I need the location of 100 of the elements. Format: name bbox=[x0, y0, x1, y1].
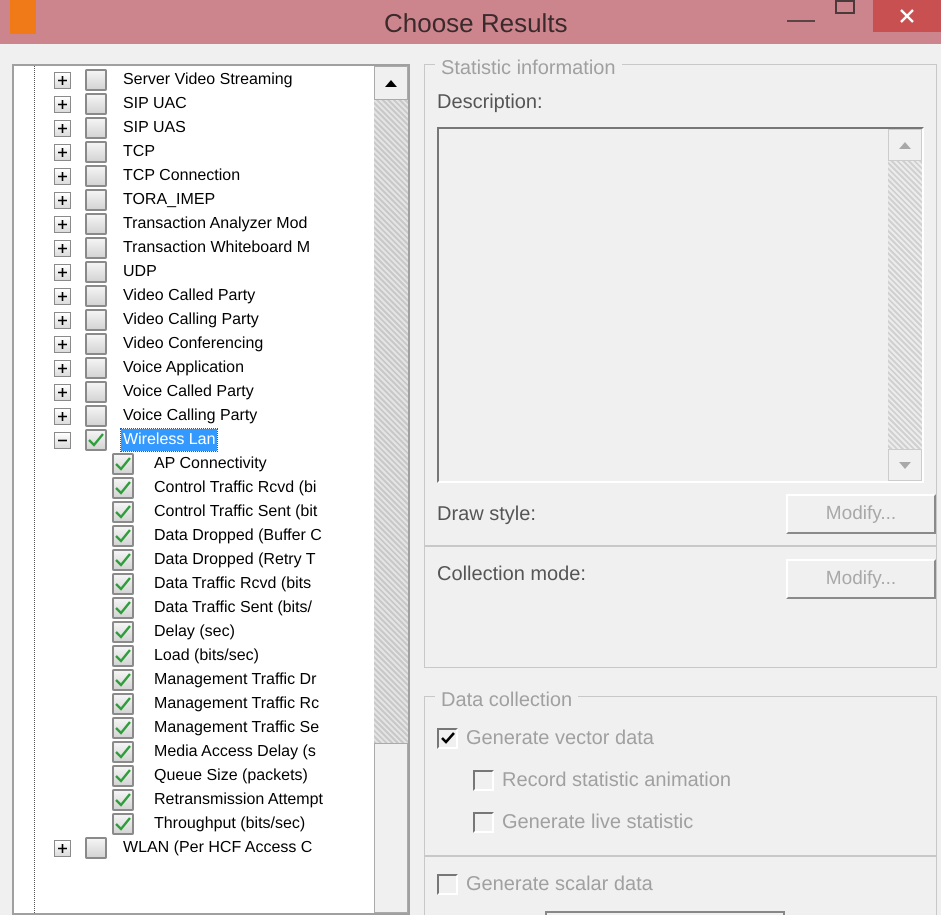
tree-checkbox[interactable] bbox=[112, 741, 134, 763]
tree-checkbox[interactable] bbox=[85, 405, 107, 427]
tree-item-label[interactable]: Throughput (bits/sec) bbox=[152, 813, 308, 835]
tree-checkbox[interactable] bbox=[112, 789, 134, 811]
collapse-toggle[interactable] bbox=[54, 432, 71, 448]
tree-checkbox[interactable] bbox=[85, 285, 107, 307]
description-label: Description: bbox=[437, 90, 544, 115]
expand-toggle[interactable] bbox=[54, 192, 71, 208]
expand-toggle[interactable] bbox=[54, 840, 71, 856]
tree-checkbox[interactable] bbox=[112, 765, 134, 787]
tree-checkbox[interactable] bbox=[85, 213, 107, 235]
checkmark-icon bbox=[115, 793, 131, 807]
plus-icon bbox=[58, 148, 67, 156]
tree-checkbox[interactable] bbox=[112, 453, 134, 475]
tree-item-label[interactable]: Data Traffic Sent (bits/ bbox=[152, 597, 314, 619]
tree-item-label[interactable]: Voice Application bbox=[121, 357, 246, 379]
tree-item-label[interactable]: TORA_IMEP bbox=[121, 189, 218, 211]
tree-item-label[interactable]: SIP UAS bbox=[121, 117, 188, 139]
tree-checkbox[interactable] bbox=[85, 117, 107, 139]
tree-item-label[interactable]: Queue Size (packets) bbox=[152, 765, 310, 787]
tree-checkbox[interactable] bbox=[112, 645, 134, 667]
expand-toggle[interactable] bbox=[54, 408, 71, 424]
tree-item-label[interactable]: TCP Connection bbox=[121, 165, 242, 187]
tree-checkbox[interactable] bbox=[112, 573, 134, 595]
tree-checkbox[interactable] bbox=[112, 813, 134, 835]
tree-item-label[interactable]: Load (bits/sec) bbox=[152, 645, 261, 667]
tree-checkbox[interactable] bbox=[85, 141, 107, 163]
tree-checkbox[interactable] bbox=[112, 669, 134, 691]
tree-checkbox[interactable] bbox=[112, 621, 134, 643]
plus-icon bbox=[58, 316, 67, 324]
tree-checkbox[interactable] bbox=[85, 69, 107, 91]
checkbox-label: Record statistic animation bbox=[502, 768, 731, 793]
plus-icon bbox=[58, 412, 67, 420]
tree-item-label[interactable]: Control Traffic Sent (bit bbox=[152, 501, 320, 523]
tree-item-label[interactable]: Management Traffic Se bbox=[152, 717, 322, 739]
expand-toggle[interactable] bbox=[54, 72, 71, 88]
tree-item-label[interactable]: Video Conferencing bbox=[121, 333, 266, 355]
tree-item-label[interactable]: Delay (sec) bbox=[152, 621, 237, 643]
checkmark-icon bbox=[115, 649, 131, 663]
expand-toggle[interactable] bbox=[54, 312, 71, 328]
tree-checkbox[interactable] bbox=[112, 501, 134, 523]
tree-checkbox[interactable] bbox=[85, 837, 107, 859]
expand-toggle[interactable] bbox=[54, 120, 71, 136]
app-logo-icon bbox=[10, 0, 36, 34]
tree-item-label[interactable]: Retransmission Attempt bbox=[152, 789, 325, 811]
tree-item-label[interactable]: AP Connectivity bbox=[152, 453, 269, 475]
tree-item-label[interactable]: Media Access Delay (s bbox=[152, 741, 318, 763]
expand-toggle[interactable] bbox=[54, 360, 71, 376]
close-button[interactable] bbox=[873, 0, 941, 32]
tree-checkbox[interactable] bbox=[85, 261, 107, 283]
expand-toggle[interactable] bbox=[54, 96, 71, 112]
tree-checkbox[interactable] bbox=[85, 381, 107, 403]
expand-toggle[interactable] bbox=[54, 144, 71, 160]
tree-item-label[interactable]: Server Video Streaming bbox=[121, 69, 295, 91]
tree-checkbox[interactable] bbox=[85, 309, 107, 331]
expand-toggle[interactable] bbox=[54, 384, 71, 400]
tree-checkbox[interactable] bbox=[85, 165, 107, 187]
expand-toggle[interactable] bbox=[54, 240, 71, 256]
tree-item-label[interactable]: Data Dropped (Retry T bbox=[152, 549, 318, 571]
tree-item-label[interactable]: Management Traffic Dr bbox=[152, 669, 318, 691]
tree-item-label[interactable]: Data Traffic Rcvd (bits bbox=[152, 573, 314, 595]
tree-item-label[interactable]: Management Traffic Rc bbox=[152, 693, 322, 715]
tree-item-label[interactable]: Voice Calling Party bbox=[121, 405, 260, 427]
tree-checkbox[interactable] bbox=[112, 477, 134, 499]
tree-item-label[interactable]: SIP UAC bbox=[121, 93, 189, 115]
tree-item-label[interactable]: TCP bbox=[121, 141, 157, 163]
maximize-button[interactable] bbox=[835, 0, 855, 14]
scroll-thumb[interactable] bbox=[374, 743, 408, 913]
tree-checkbox[interactable] bbox=[85, 189, 107, 211]
tree-item-label[interactable]: Data Dropped (Buffer C bbox=[152, 525, 324, 547]
tree-item-label[interactable]: Video Calling Party bbox=[121, 309, 261, 331]
plus-icon bbox=[58, 124, 67, 132]
tree-checkbox[interactable] bbox=[85, 357, 107, 379]
expand-toggle[interactable] bbox=[54, 288, 71, 304]
expand-toggle[interactable] bbox=[54, 264, 71, 280]
tree-checkbox[interactable] bbox=[112, 525, 134, 547]
tree-checkbox[interactable] bbox=[112, 717, 134, 739]
up-arrow-icon bbox=[385, 80, 397, 86]
checkmark-icon bbox=[115, 505, 131, 519]
description-field[interactable] bbox=[437, 127, 924, 483]
tree-item-label[interactable]: WLAN (Per HCF Access C bbox=[121, 837, 314, 859]
scrollbar[interactable] bbox=[888, 129, 922, 481]
expand-toggle[interactable] bbox=[54, 336, 71, 352]
tree-item-label[interactable]: Voice Called Party bbox=[121, 381, 256, 403]
tree-item-label[interactable]: UDP bbox=[121, 261, 159, 283]
tree-item-label[interactable]: Transaction Whiteboard M bbox=[121, 237, 312, 259]
tree-checkbox[interactable] bbox=[112, 549, 134, 571]
tree-item-label[interactable]: Transaction Analyzer Mod bbox=[121, 213, 310, 235]
tree-item-label[interactable]: Video Called Party bbox=[121, 285, 258, 307]
scrollbar[interactable] bbox=[374, 66, 408, 913]
expand-toggle[interactable] bbox=[54, 216, 71, 232]
tree-checkbox[interactable] bbox=[112, 597, 134, 619]
scroll-up-button[interactable] bbox=[374, 66, 408, 100]
tree-checkbox[interactable] bbox=[85, 237, 107, 259]
expand-toggle[interactable] bbox=[54, 168, 71, 184]
tree-checkbox[interactable] bbox=[85, 333, 107, 355]
tree-checkbox[interactable] bbox=[85, 429, 107, 451]
tree-checkbox[interactable] bbox=[112, 693, 134, 715]
tree-item-label[interactable]: Control Traffic Rcvd (bi bbox=[152, 477, 318, 499]
tree-checkbox[interactable] bbox=[85, 93, 107, 115]
